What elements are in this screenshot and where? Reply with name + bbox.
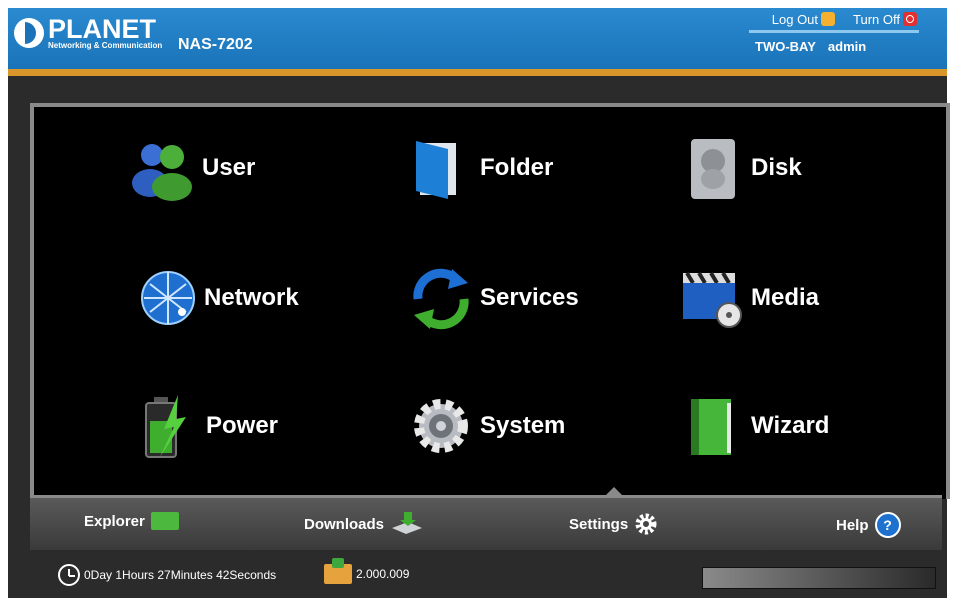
status-progress-bar bbox=[702, 567, 936, 589]
menu-item-wizard-label: Wizard bbox=[751, 412, 830, 439]
power-off-icon bbox=[903, 12, 917, 26]
menu-item-network-label: Network bbox=[204, 284, 299, 311]
green-book-icon bbox=[679, 393, 745, 459]
turn-off-label: Turn Off bbox=[853, 11, 900, 27]
nav-explorer[interactable]: Explorer bbox=[84, 512, 179, 530]
nav-settings[interactable]: Settings bbox=[569, 512, 658, 536]
session-panel: Log Out Turn Off TWO-BAY admin bbox=[749, 8, 919, 54]
device-model: NAS-7202 bbox=[178, 36, 253, 53]
nav-help-label: Help bbox=[836, 516, 869, 534]
turn-off-link[interactable]: Turn Off bbox=[853, 12, 917, 27]
menu-item-system[interactable]: System bbox=[408, 393, 565, 459]
menu-item-power-label: Power bbox=[206, 412, 279, 439]
logout-label: Log Out bbox=[771, 11, 819, 27]
brand-name: PLANET bbox=[48, 14, 156, 44]
nav-downloads-label: Downloads bbox=[304, 515, 385, 533]
users-icon bbox=[130, 135, 196, 201]
menu-item-media-label: Media bbox=[751, 284, 820, 311]
menu-item-network[interactable]: Network bbox=[138, 265, 299, 331]
nav-help[interactable]: Help ? bbox=[836, 512, 901, 538]
gear-icon bbox=[408, 393, 474, 459]
header-divider bbox=[8, 69, 947, 76]
menu-item-folder[interactable]: Folder bbox=[408, 135, 553, 201]
settings-gear-icon bbox=[635, 513, 657, 535]
uptime-display: 0Day 1Hours 27Minutes 42Seconds bbox=[58, 564, 276, 586]
menu-item-user[interactable]: User bbox=[130, 135, 255, 201]
package-icon bbox=[324, 558, 352, 584]
help-icon: ? bbox=[874, 512, 901, 538]
nav-downloads[interactable]: Downloads bbox=[304, 512, 424, 536]
green-folder-icon bbox=[150, 512, 179, 530]
menu-item-folder-label: Folder bbox=[480, 154, 554, 181]
header: PLANET Networking & Communication NAS-72… bbox=[8, 8, 947, 69]
globe-icon bbox=[138, 265, 198, 331]
firmware-version: 2.000.009 bbox=[324, 558, 410, 584]
app-frame: PLANET Networking & Communication NAS-72… bbox=[8, 8, 950, 598]
film-clapper-icon bbox=[679, 265, 745, 331]
download-tray-icon bbox=[392, 512, 423, 534]
status-bar: 0Day 1Hours 27Minutes 42Seconds 2.000.00… bbox=[8, 556, 947, 598]
menu-item-disk[interactable]: Disk bbox=[679, 135, 802, 201]
hostname: TWO-BAY bbox=[755, 39, 816, 54]
menu-item-disk-label: Disk bbox=[751, 154, 802, 181]
menu-item-user-label: User bbox=[202, 154, 256, 181]
planet-logo: PLANET Networking & Communication bbox=[14, 16, 162, 50]
refresh-arrows-icon bbox=[408, 265, 474, 331]
nav-explorer-label: Explorer bbox=[84, 512, 145, 530]
nav-settings-label: Settings bbox=[569, 515, 629, 533]
menu-item-services-label: Services bbox=[480, 284, 579, 311]
menu-item-services[interactable]: Services bbox=[408, 265, 579, 331]
bottom-nav-bar: Explorer Downloads Settings Help ? bbox=[30, 487, 942, 550]
battery-power-icon bbox=[134, 393, 200, 459]
logout-link[interactable]: Log Out bbox=[771, 11, 836, 27]
folder-icon bbox=[408, 135, 474, 201]
menu-item-system-label: System bbox=[480, 412, 566, 439]
username: admin bbox=[827, 39, 867, 54]
key-icon bbox=[821, 12, 836, 26]
menu-item-wizard[interactable]: Wizard bbox=[679, 393, 829, 459]
menu-item-media[interactable]: Media bbox=[679, 265, 819, 331]
active-tab-indicator bbox=[606, 487, 622, 495]
main-menu-panel: User Folder Disk Network Services Media … bbox=[30, 103, 950, 499]
menu-item-power[interactable]: Power bbox=[134, 393, 278, 459]
hard-disk-icon bbox=[679, 135, 745, 201]
uptime-text: 0Day 1Hours 27Minutes 42Seconds bbox=[84, 568, 277, 582]
clock-icon bbox=[58, 564, 80, 586]
planet-logo-icon bbox=[14, 18, 44, 48]
brand-tagline: Networking & Communication bbox=[48, 41, 163, 50]
firmware-version-text: 2.000.009 bbox=[356, 567, 410, 581]
